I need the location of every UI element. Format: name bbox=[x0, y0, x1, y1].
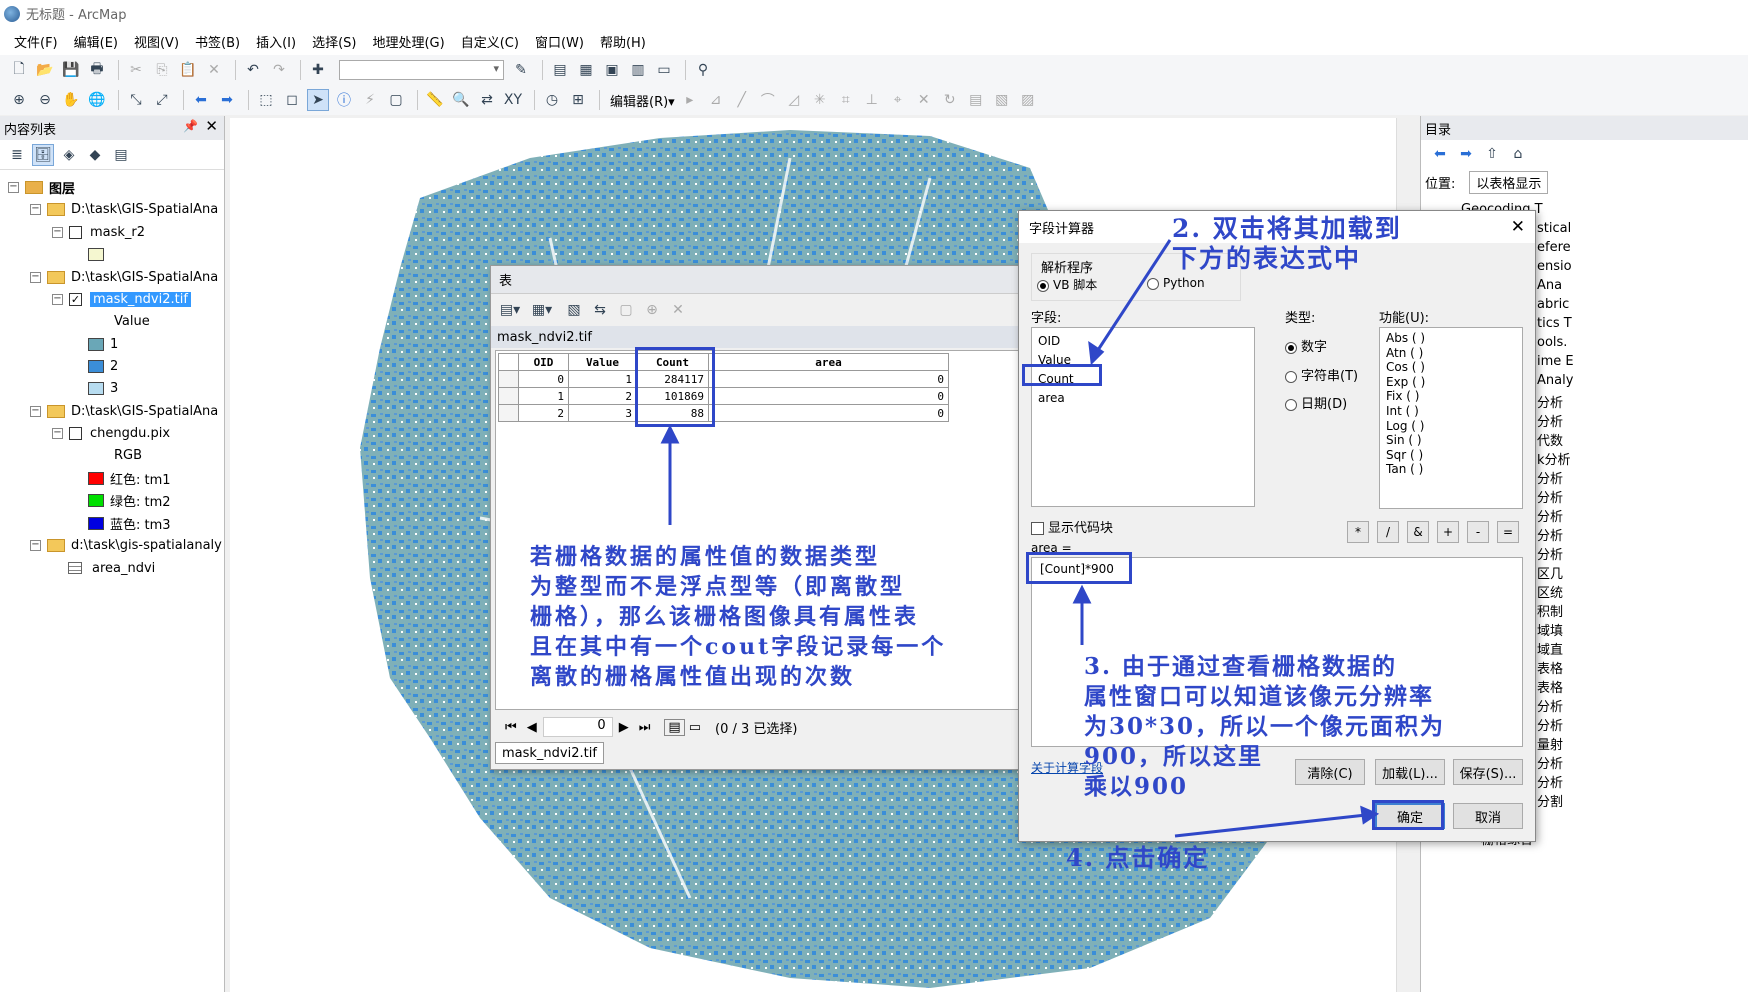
annotation-step2-line1: 2. 双击将其加载到 bbox=[1172, 214, 1402, 243]
annotation-step2: 2. 双击将其加载到 下方的表达式中 bbox=[1172, 214, 1402, 274]
annotation-step3-line2: 属性窗口可以知道该像元分辨率 bbox=[1084, 683, 1434, 710]
annotation-step3-line4: 900，所以这里 bbox=[1084, 743, 1264, 770]
annotation-arrows bbox=[660, 239, 1380, 838]
annotation-step4: 4. 点击确定 bbox=[1066, 843, 1210, 872]
annotation-note-line3: 栅格），那么该栅格图像具有属性表 bbox=[530, 604, 920, 630]
annotation-note-line1: 若栅格数据的属性值的数据类型 bbox=[530, 544, 881, 570]
arrow-to-count-field bbox=[1096, 239, 1172, 351]
annotation-step3-line3: 为30*30，所以一个像元面积为 bbox=[1084, 713, 1446, 740]
annotation-step3: 3. 由于通过查看栅格数据的 属性窗口可以知道该像元分辨率 为30*30，所以一… bbox=[1084, 652, 1445, 802]
arrow-to-ok-button bbox=[1174, 813, 1367, 838]
annotation-note-line2: 为整型而不是浮点型等（即离散型 bbox=[530, 574, 906, 600]
annotation-step3-line1: 3. 由于通过查看栅格数据的 bbox=[1084, 653, 1398, 680]
annotation-note: 若栅格数据的属性值的数据类型 为整型而不是浮点型等（即离散型 栅格），那么该栅格… bbox=[530, 542, 946, 692]
annotation-step2-line2: 下方的表达式中 bbox=[1172, 244, 1362, 273]
annotation-note-line4: 且在其中有一个cout字段记录每一个 bbox=[530, 634, 947, 660]
annotation-step3-line5: 乘以900 bbox=[1084, 773, 1189, 800]
annotation-note-line5: 离散的栅格属性值出现的次数 bbox=[530, 664, 856, 690]
